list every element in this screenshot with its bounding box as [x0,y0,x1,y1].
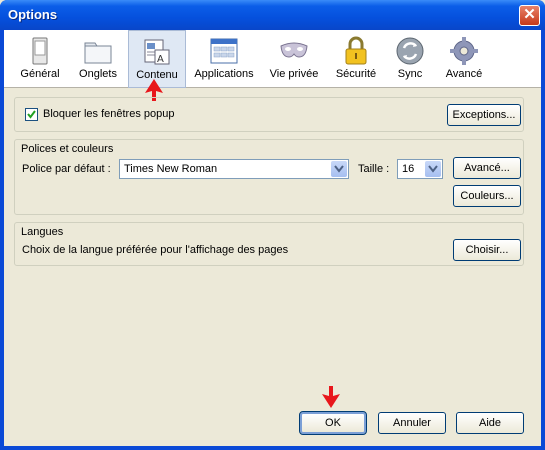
general-icon [32,37,48,65]
svg-text:A: A [157,54,164,65]
cancel-button[interactable]: Annuler [378,412,446,434]
annotation-arrow-down-icon [322,386,340,408]
block-popup-checkbox[interactable] [25,108,38,121]
applications-icon [210,38,238,64]
sync-icon [396,37,424,65]
size-label: Taille : [358,163,390,175]
tab-tabs[interactable]: Onglets [70,30,126,88]
options-window: Options ✕ Général Onglets A Contenu Appl… [0,0,545,450]
tab-advanced-label: Avancé [445,68,483,80]
exceptions-button[interactable]: Exceptions... [447,104,521,126]
privacy-mask-icon [280,42,308,58]
tab-general[interactable]: Général [12,30,68,88]
default-font-value: Times New Roman [124,163,218,175]
ok-button[interactable]: OK [299,411,367,435]
tab-general-label: Général [20,68,60,80]
padlock-icon [345,36,367,65]
chevron-down-icon[interactable] [425,161,441,177]
help-button[interactable]: Aide [456,412,524,434]
default-font-select[interactable]: Times New Roman [119,159,349,179]
language-description: Choix de la langue préférée pour l'affic… [22,244,289,256]
content-icon: A [144,39,170,65]
tab-sync-label: Sync [397,68,423,80]
tabs-icon [84,42,112,64]
tab-advanced[interactable]: Avancé [438,30,490,88]
choose-language-button[interactable]: Choisir... [453,239,521,261]
close-button[interactable]: ✕ [519,5,540,26]
tab-security[interactable]: Sécurité [330,30,382,88]
tab-applications-label: Applications [194,68,254,80]
gear-icon [450,37,478,65]
block-popup-label[interactable]: Bloquer les fenêtres popup [43,108,174,120]
tab-sync[interactable]: Sync [388,30,432,88]
default-font-label: Police par défaut : [22,163,111,175]
tab-applications[interactable]: Applications [190,30,258,88]
content-pane: Bloquer les fenêtres popup Exceptions...… [4,89,541,446]
window-title: Options [8,7,58,22]
tab-tabs-label: Onglets [79,68,117,80]
font-size-value: 16 [402,163,415,175]
checkmark-icon [27,110,36,119]
dialog-body: Général Onglets A Contenu Applications V… [4,30,541,446]
popup-group: Bloquer les fenêtres popup Exceptions... [14,97,524,132]
tab-security-label: Sécurité [335,68,377,80]
tab-privacy-label: Vie privée [269,68,319,80]
title-bar[interactable]: Options ✕ [0,0,545,30]
colors-button[interactable]: Couleurs... [453,185,521,207]
fonts-colors-group: Polices et couleurs Police par défaut : … [14,139,524,215]
languages-title: Langues [21,226,64,238]
font-size-select[interactable]: 16 [397,159,443,179]
fonts-colors-title: Polices et couleurs [21,143,114,155]
tab-privacy[interactable]: Vie privée [264,30,324,88]
advanced-fonts-button[interactable]: Avancé... [453,157,521,179]
languages-group: Langues Choix de la langue préférée pour… [14,222,524,266]
preferences-toolbar: Général Onglets A Contenu Applications V… [4,30,541,88]
chevron-down-icon[interactable] [331,161,347,177]
